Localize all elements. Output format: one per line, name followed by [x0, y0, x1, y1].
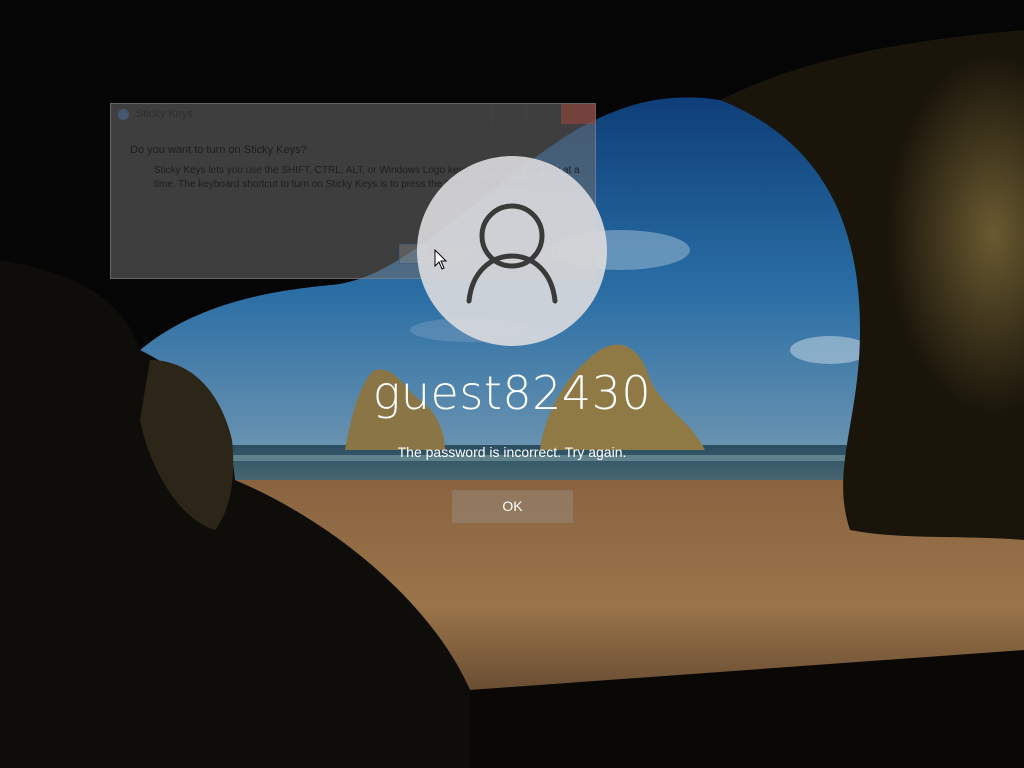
mouse-pointer-icon [434, 249, 448, 270]
minimize-button[interactable] [491, 104, 526, 124]
accessibility-icon [118, 109, 129, 120]
error-message: The password is incorrect. Try again. [397, 444, 627, 460]
ok-button[interactable]: OK [452, 490, 573, 523]
sticky-keys-title: Sticky Keys [136, 108, 193, 120]
maximize-button[interactable] [526, 104, 561, 124]
lock-screen: Sticky Keys Do you want to turn on Stick… [0, 0, 1024, 768]
close-button[interactable] [561, 104, 596, 124]
sticky-keys-question: Do you want to turn on Sticky Keys? [130, 144, 307, 156]
sticky-keys-titlebar: Sticky Keys [111, 104, 596, 126]
username-label: guest82430 [372, 366, 652, 420]
